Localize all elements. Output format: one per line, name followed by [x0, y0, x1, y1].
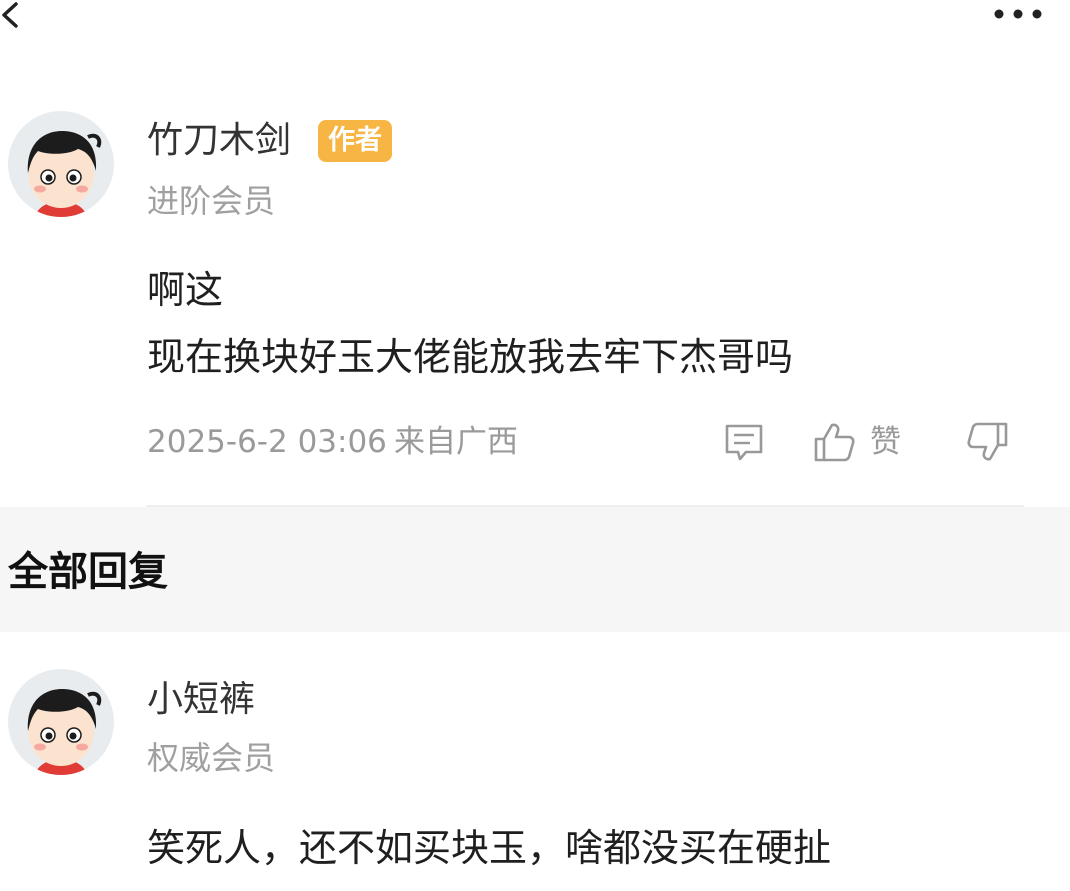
back-button[interactable] — [0, 0, 26, 30]
member-level: 进阶会员 — [147, 182, 276, 220]
avatar[interactable] — [8, 111, 114, 217]
comment-line-2: 现在换块好玉大佬能放我去牢下杰哥吗 — [147, 335, 794, 379]
avatar[interactable] — [8, 669, 114, 775]
dislike-button[interactable] — [966, 420, 1010, 468]
comment-icon — [725, 424, 763, 461]
member-level: 权威会员 — [147, 739, 276, 777]
thumbs-up-icon — [814, 423, 855, 462]
more-button[interactable] — [990, 4, 1050, 24]
avatar-cartoon-icon — [8, 669, 114, 775]
avatar-cartoon-icon — [8, 111, 114, 217]
chevron-left-icon — [2, 2, 18, 28]
comment-line-1: 啊这 — [147, 268, 224, 312]
like-label[interactable]: 赞 — [870, 424, 901, 460]
comment-date: 2025-6-2 03:06 — [147, 424, 387, 460]
more-dots-icon — [994, 9, 1042, 19]
like-button[interactable] — [812, 420, 856, 468]
user-name[interactable]: 小短裤 — [147, 680, 255, 720]
reply-text: 笑死人，还不如买块玉，啥都没买在硬扯 — [147, 826, 832, 870]
author-badge: 作者 — [318, 120, 392, 162]
comment-detail-page: 竹刀木剑 作者 进阶会员 啊这 现在换块好玉大佬能放我去牢下杰哥吗 2025-6… — [0, 0, 1070, 891]
section-title: 全部回复 — [8, 549, 168, 595]
comment-location: 来自广西 — [394, 424, 518, 460]
user-name[interactable]: 竹刀木剑 — [147, 121, 291, 161]
thumbs-down-icon — [967, 422, 1008, 461]
reply-button[interactable] — [722, 420, 766, 468]
